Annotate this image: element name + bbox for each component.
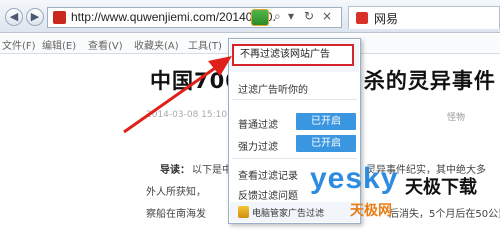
normal-filter-toggle[interactable]: 已开启 (296, 113, 356, 130)
netease-favicon-icon (356, 12, 368, 24)
watermark: yesky 天极下载 天极网 (310, 162, 500, 228)
watermark-brand-cn: 天极下载 (405, 177, 477, 198)
forward-button[interactable]: ▶ (26, 8, 44, 26)
back-button[interactable]: ◀ (5, 8, 23, 26)
normal-filter-label: 普通过滤 (238, 120, 278, 131)
divider (232, 99, 357, 100)
url-input[interactable]: http://www.quwenjiemi.com/20140220. ⌕ ▾ … (47, 7, 342, 28)
strong-filter-toggle[interactable]: 已开启 (296, 135, 356, 152)
menu-edit[interactable]: 编辑(E) (42, 37, 76, 52)
search-icon[interactable]: ⌕ (274, 9, 281, 24)
url-text: http://www.quwenjiemi.com/20140220. (71, 10, 276, 24)
pc-manager-icon (238, 206, 249, 218)
article-date: 2014-03-08 15:10 (146, 110, 228, 120)
browser-tab[interactable]: 网易 (348, 6, 500, 29)
menu-favorites[interactable]: 收藏夹(A) (134, 37, 179, 52)
menu-view[interactable]: 查看(V) (88, 37, 123, 52)
tab-label: 网易 (374, 12, 399, 26)
menu-tools[interactable]: 工具(T) (188, 37, 222, 52)
watermark-sub: 天极网 (350, 203, 392, 219)
stop-filter-site-button[interactable]: 不再过滤该网站广告 (232, 44, 354, 66)
paragraph-line: 外人所获知， (146, 187, 206, 198)
shield-filter-icon[interactable] (251, 9, 269, 26)
view-records-item[interactable]: 查看过滤记录 (238, 167, 298, 182)
watermark-brand: yesky (310, 162, 399, 195)
forward-arrow-icon: ▶ (30, 10, 40, 23)
filter-ad-option[interactable]: 过滤广告听你的 (238, 81, 308, 96)
close-icon[interactable]: × (322, 9, 332, 23)
menu-file[interactable]: 文件(F) (2, 37, 36, 52)
site-favicon-icon (53, 11, 66, 24)
article-title-right: 杀的灵异事件 (363, 69, 496, 93)
refresh-icon[interactable]: ↻ (304, 9, 314, 23)
article-tag[interactable]: 怪物 (447, 110, 465, 123)
paragraph-line: 以下是中 (192, 165, 232, 176)
address-bar: ◀ ▶ http://www.quwenjiemi.com/20140220. … (0, 0, 500, 33)
back-arrow-icon: ◀ (9, 10, 19, 23)
strong-filter-label: 强力过滤 (238, 142, 278, 153)
paragraph-line: 察船在南海发 (146, 209, 206, 220)
summary-label: 导读： (160, 165, 190, 176)
dropdown-icon[interactable]: ▾ (288, 9, 294, 23)
popup-header: 不再过滤该网站广告 (230, 40, 359, 72)
report-issue-item[interactable]: 反馈过滤问题 (238, 187, 298, 202)
divider (232, 158, 357, 159)
